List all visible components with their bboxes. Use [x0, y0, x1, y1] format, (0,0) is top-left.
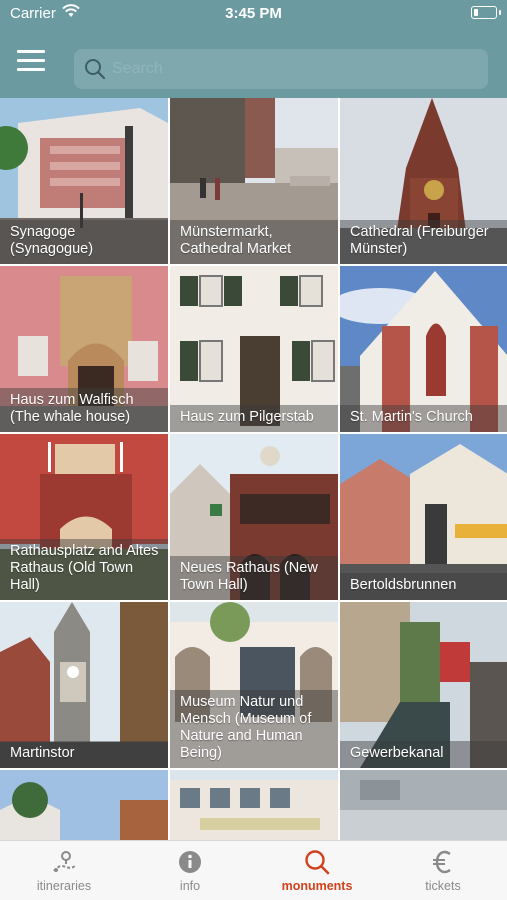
tab-bar: itineraries info monuments tickets	[0, 840, 507, 900]
monuments-grid: Synagoge (Synagogue) Münstermarkt, Cathe…	[0, 98, 507, 840]
itineraries-icon	[51, 849, 77, 880]
monument-tile-cathedral[interactable]: Cathedral (Freiburger Münster)	[340, 98, 507, 264]
tab-label: info	[179, 879, 201, 893]
monument-title: Haus zum Walfisch (The whale house)	[0, 388, 168, 432]
tab-label: monuments	[281, 879, 353, 893]
clock: 3:45 PM	[225, 5, 282, 22]
search-icon	[304, 849, 330, 880]
monument-tile-martinstor[interactable]: Martinstor	[0, 602, 168, 768]
tab-tickets[interactable]: tickets	[380, 841, 506, 900]
tab-itineraries[interactable]: itineraries	[1, 841, 127, 900]
monument-title: Synagoge (Synagogue)	[0, 220, 168, 264]
monument-tile-row5-b[interactable]	[170, 770, 338, 840]
monument-tile-haus-zum-walfisch[interactable]: Haus zum Walfisch (The whale house)	[0, 266, 168, 432]
monument-tile-gewerbekanal[interactable]: Gewerbekanal	[340, 602, 507, 768]
battery-icon	[471, 6, 501, 19]
monument-title: Cathedral (Freiburger Münster)	[340, 220, 507, 264]
monument-tile-neues-rathaus[interactable]: Neues Rathaus (New Town Hall)	[170, 434, 338, 600]
monument-title: Bertoldsbrunnen	[340, 573, 507, 600]
tab-label: tickets	[425, 879, 461, 893]
menu-button[interactable]	[14, 46, 50, 76]
monument-title: St. Martin's Church	[340, 405, 507, 432]
monument-tile-st-martins-church[interactable]: St. Martin's Church	[340, 266, 507, 432]
monument-tile-synagogue[interactable]: Synagoge (Synagogue)	[0, 98, 168, 264]
search-input[interactable]	[112, 55, 472, 83]
search-bar[interactable]	[74, 49, 488, 89]
monument-photo	[170, 770, 338, 840]
tab-monuments[interactable]: monuments	[254, 841, 380, 900]
tab-label: itineraries	[36, 879, 92, 893]
monument-title: Gewerbekanal	[340, 741, 507, 768]
monument-tile-munstermarkt[interactable]: Münstermarkt, Cathedral Market	[170, 98, 338, 264]
monument-tile-row5-c[interactable]	[340, 770, 507, 840]
monument-tile-row5-a[interactable]	[0, 770, 168, 840]
monument-tile-museum-natur-und-mensch[interactable]: Museum Natur und Mensch (Museum of Natur…	[170, 602, 338, 768]
monument-title: Museum Natur und Mensch (Museum of Natur…	[170, 690, 338, 768]
monument-tile-bertoldsbrunnen[interactable]: Bertoldsbrunnen	[340, 434, 507, 600]
monument-tile-haus-zum-pilgerstab[interactable]: Haus zum Pilgerstab	[170, 266, 338, 432]
euro-icon	[430, 849, 456, 880]
monument-title: Münstermarkt, Cathedral Market	[170, 220, 338, 264]
monument-photo	[0, 770, 168, 840]
monument-photo	[340, 770, 507, 840]
monument-title: Rathausplatz and Altes Rathaus (Old Town…	[0, 539, 168, 600]
status-bar: Carrier 3:45 PM	[0, 0, 507, 26]
tab-info[interactable]: info	[127, 841, 253, 900]
app-header	[0, 26, 507, 98]
monument-tile-rathausplatz[interactable]: Rathausplatz and Altes Rathaus (Old Town…	[0, 434, 168, 600]
monument-title: Martinstor	[0, 741, 168, 768]
info-icon	[177, 849, 203, 880]
monument-title: Haus zum Pilgerstab	[170, 405, 338, 432]
search-icon	[84, 58, 106, 85]
monument-title: Neues Rathaus (New Town Hall)	[170, 556, 338, 600]
hamburger-icon	[17, 50, 45, 53]
